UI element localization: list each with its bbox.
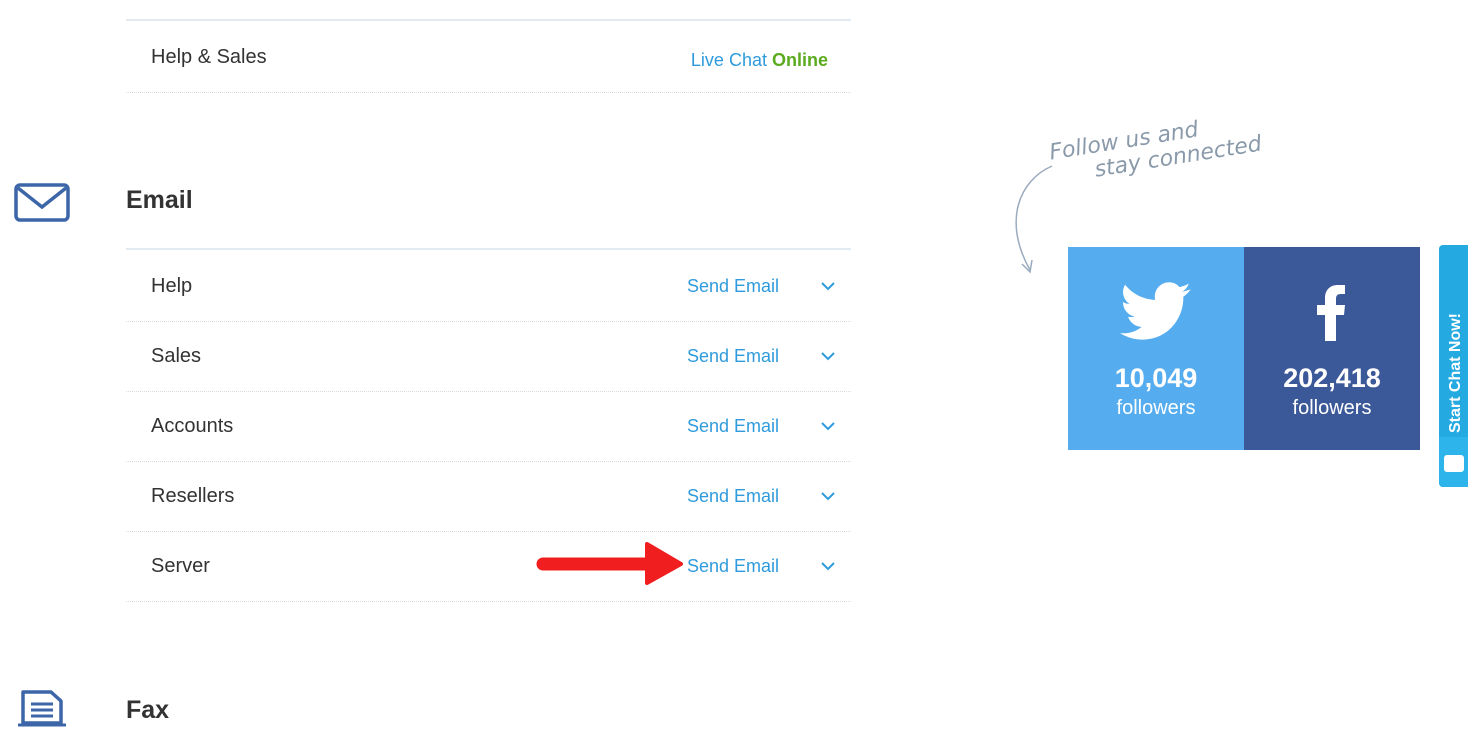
send-email-link[interactable]: Send Email xyxy=(687,531,779,601)
online-status: Online xyxy=(771,50,828,70)
top-divider xyxy=(126,19,851,21)
twitter-followers-label: followers xyxy=(1116,397,1196,419)
send-email-link[interactable]: Send Email xyxy=(687,391,779,461)
email-section-title: Email xyxy=(126,186,193,214)
follow-tagline: Follow us and stay connected xyxy=(1048,103,1302,190)
curved-arrow-icon xyxy=(1015,165,1053,274)
twitter-follow-box[interactable]: 10,049 followers xyxy=(1068,247,1244,450)
facebook-follow-box[interactable]: 202,418 followers xyxy=(1244,247,1420,450)
help-sales-row: Help & Sales Live Chat Online xyxy=(126,22,851,93)
chevron-down-icon[interactable] xyxy=(819,487,837,505)
help-sales-label: Help & Sales xyxy=(151,46,267,68)
live-chat-link[interactable]: Live Chat Online xyxy=(691,22,828,98)
red-arrow-annotation xyxy=(536,542,683,585)
email-row-label: Sales xyxy=(151,345,202,367)
email-row-label: Help xyxy=(151,275,193,297)
send-email-link[interactable]: Send Email xyxy=(687,461,779,531)
email-row-label: Resellers xyxy=(151,485,235,507)
start-chat-label[interactable]: Start Chat Now! xyxy=(1447,313,1465,433)
email-divider xyxy=(126,248,851,250)
email-row-server: Server Send Email xyxy=(126,531,851,602)
facebook-followers-label: followers xyxy=(1292,397,1372,419)
chevron-down-icon[interactable] xyxy=(819,277,837,295)
facebook-f-icon xyxy=(1317,285,1345,341)
chevron-down-icon[interactable] xyxy=(819,347,837,365)
fax-section-title: Fax xyxy=(126,696,170,724)
email-row-label: Server xyxy=(151,555,210,577)
chevron-down-icon[interactable] xyxy=(819,557,837,575)
facebook-count: 202,418 xyxy=(1283,363,1381,393)
send-email-link[interactable]: Send Email xyxy=(687,321,779,391)
start-chat-tab[interactable]: Start Chat Now! xyxy=(1439,245,1468,487)
chat-bubble-icon xyxy=(1444,455,1464,472)
envelope-icon xyxy=(14,183,70,222)
fax-icon xyxy=(18,690,66,727)
twitter-bird-icon xyxy=(1120,282,1191,340)
chevron-down-icon[interactable] xyxy=(819,417,837,435)
email-row-sales: Sales Send Email xyxy=(126,321,851,392)
email-row-label: Accounts xyxy=(151,415,234,437)
live-chat-label[interactable]: Live Chat xyxy=(691,50,767,70)
email-row-accounts: Accounts Send Email xyxy=(126,391,851,462)
send-email-link[interactable]: Send Email xyxy=(687,251,779,321)
twitter-count: 10,049 xyxy=(1114,363,1198,393)
email-row-help: Help Send Email xyxy=(126,251,851,322)
email-row-resellers: Resellers Send Email xyxy=(126,461,851,532)
